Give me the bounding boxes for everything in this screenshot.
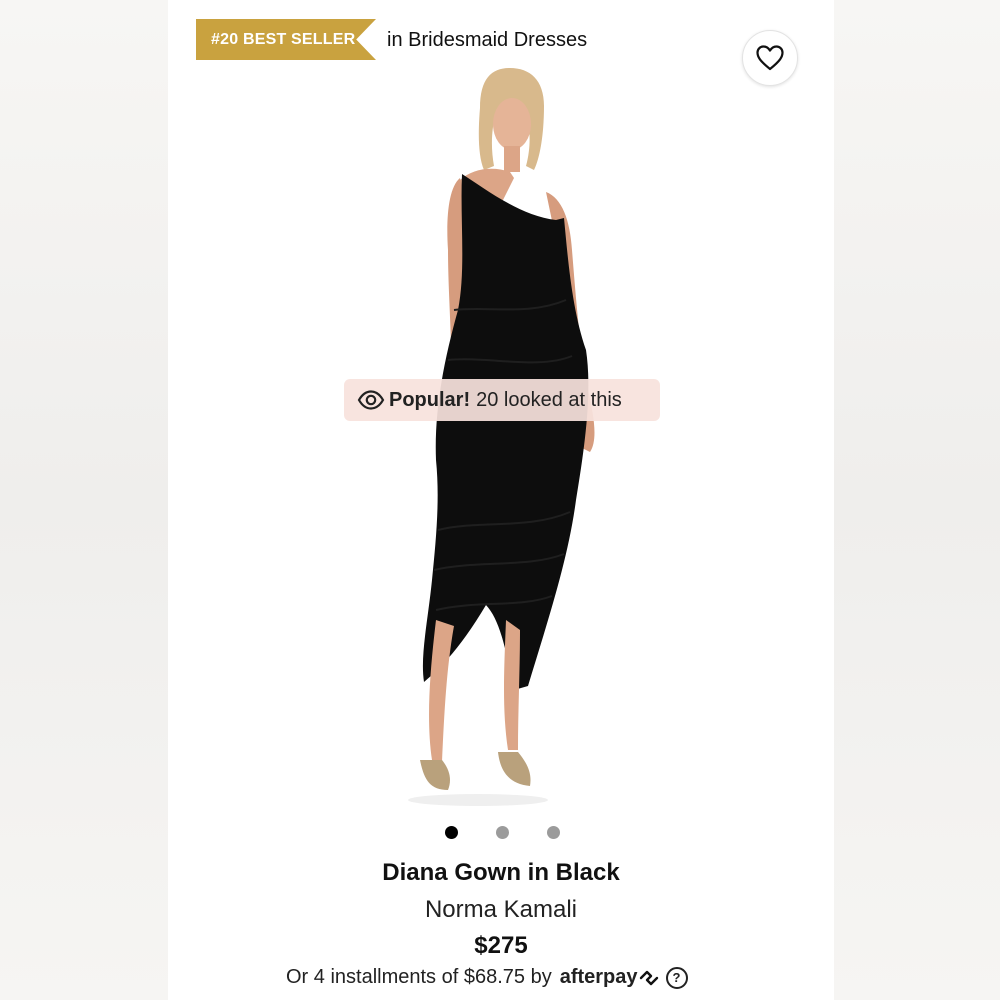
product-image[interactable] xyxy=(168,60,834,810)
installments-info: Or 4 installments of $68.75 by afterpay … xyxy=(286,966,688,989)
carousel-dot-2[interactable] xyxy=(496,826,509,839)
popular-label: Popular! xyxy=(389,388,471,411)
afterpay-logo[interactable]: afterpay xyxy=(560,966,660,989)
question-circle-icon[interactable]: ? xyxy=(665,966,688,989)
product-title: Diana Gown in Black xyxy=(382,859,620,886)
product-brand[interactable]: Norma Kamali xyxy=(168,896,834,924)
ribbon-label: #20 BEST SELLER xyxy=(211,30,356,48)
carousel-dots xyxy=(445,826,560,839)
eye-icon xyxy=(357,390,385,410)
product-price: $275 xyxy=(474,932,528,959)
best-seller-ribbon: #20 BEST SELLER xyxy=(196,19,376,60)
help-glyph: ? xyxy=(672,970,681,985)
background-right xyxy=(834,0,1000,1000)
afterpay-arrows-icon xyxy=(639,970,658,985)
popular-badge: Popular! 20 looked at this xyxy=(344,379,660,421)
installments-text: Or 4 installments of $68.75 by xyxy=(286,966,552,988)
carousel-dot-3[interactable] xyxy=(547,826,560,839)
carousel-dot-1[interactable] xyxy=(445,826,458,839)
afterpay-label: afterpay xyxy=(559,966,638,988)
popular-text: 20 looked at this xyxy=(476,388,622,411)
product-card: #20 BEST SELLER in Bridesmaid Dresses Po… xyxy=(168,0,834,1000)
ribbon-category[interactable]: in Bridesmaid Dresses xyxy=(387,29,587,52)
background-left xyxy=(0,0,168,1000)
